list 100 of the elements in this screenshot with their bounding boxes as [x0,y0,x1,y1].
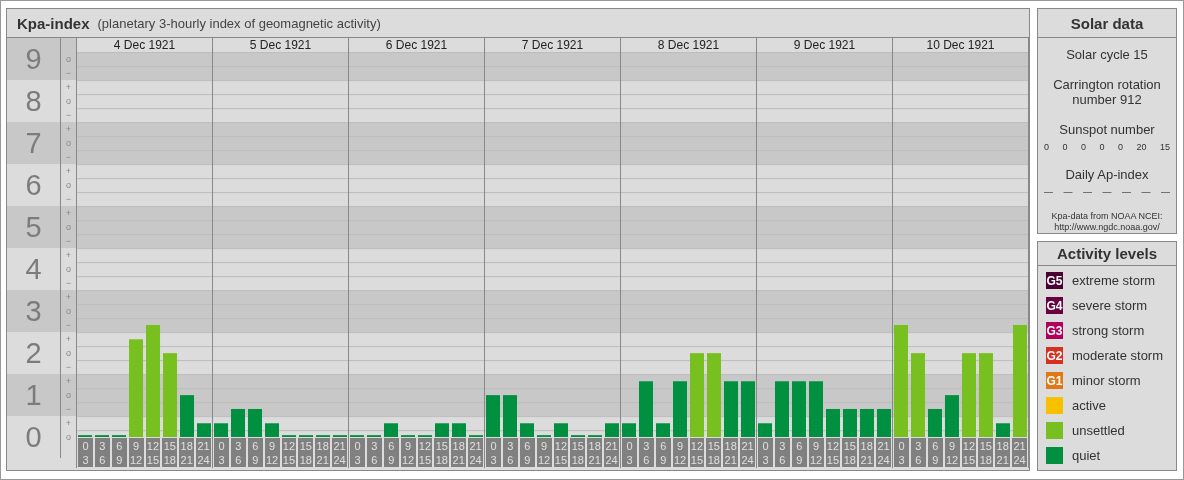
time-slot-label: 12 15 [689,438,705,468]
time-slot-label: 18 21 [587,438,603,468]
legend-label: moderate storm [1072,348,1164,363]
step-label: − [64,319,73,333]
time-slot-label: 21 24 [740,438,755,468]
legend-label: active [1072,398,1106,413]
time-slot-label: 0 3 [758,438,773,468]
step-label: + [64,291,73,305]
time-slot-label: 9 12 [808,438,824,468]
step-label: − [64,67,73,81]
step-label: − [64,151,73,165]
time-slot-label: 15 18 [434,438,450,468]
step-label: + [64,81,73,95]
time-slot-label: 6 9 [791,438,807,468]
ap-index-value: — [1083,187,1092,197]
step-label: o [65,95,72,109]
time-slot-label: 9 12 [536,438,552,468]
level-badge: G3 [1046,322,1063,339]
rotation-text: Carrington rotation number 912 [1052,77,1162,107]
sunspot-value: 0 [1080,142,1086,152]
step-label: o [65,347,72,361]
sunspot-value: 20 [1136,142,1147,152]
step-label: + [64,207,73,221]
time-slot-label: 6 9 [927,438,943,468]
time-slot-label: 6 9 [655,438,671,468]
time-slot-label: 6 9 [247,438,263,468]
step-label: − [64,193,73,207]
time-slot-label: 21 24 [1012,438,1027,468]
time-slot-label: 15 18 [162,438,178,468]
time-slot-label: 3 6 [910,438,926,468]
time-slot-label: 3 6 [774,438,790,468]
ap-index-value: — [1122,187,1131,197]
time-slot-label: 12 15 [553,438,569,468]
time-slot-label: 15 18 [706,438,722,468]
source-note: Kpa-data from NOAA NCEI: http://www.ngdc.noaa.gov/ [1050,211,1164,233]
time-slot-label: 21 24 [196,438,211,468]
time-slot-label: 0 3 [486,438,501,468]
time-slot-label: 9 12 [400,438,416,468]
ap-index-value: — [1044,187,1053,197]
time-slot-label: 6 9 [519,438,535,468]
time-slot-label: 0 3 [622,438,637,468]
time-slot-label: 15 18 [978,438,994,468]
time-slot-label: 15 18 [570,438,586,468]
time-slot-label: 0 3 [894,438,909,468]
time-slot-label: 21 24 [876,438,891,468]
legend-label: quiet [1072,448,1101,463]
time-slot-label: 3 6 [94,438,110,468]
step-label: o [65,431,72,445]
time-slot-label: 6 9 [383,438,399,468]
time-slot-label: 12 15 [961,438,977,468]
sunspot-value: 0 [1099,142,1105,152]
chart-subtitle: (planetary 3-hourly index of geomagnetic activity) [97,15,381,31]
time-slot-label: 9 12 [264,438,280,468]
level-badge: G2 [1046,347,1063,364]
step-label: + [64,249,73,263]
time-slot-label: 15 18 [842,438,858,468]
time-slot-label: 6 9 [111,438,127,468]
sunspot-heading: Sunspot number [1059,122,1155,137]
time-slot-label: 0 3 [78,438,93,468]
solar-cycle-text: Solar cycle 15 [1066,47,1148,62]
time-slot-label: 18 21 [723,438,739,468]
ap-index-value: — [1063,187,1073,197]
step-label: + [64,375,73,389]
time-slot-label: 3 6 [366,438,382,468]
time-slot-label: 18 21 [859,438,875,468]
time-slot-label: 18 21 [315,438,331,468]
sunspot-value: 0 [1062,142,1068,152]
legend-label: minor storm [1072,373,1141,388]
time-slot-label: 15 18 [298,438,314,468]
step-label: + [64,165,73,179]
sunspot-value: 0 [1044,142,1049,152]
level-badge: G1 [1046,372,1063,389]
legend-label: extreme storm [1072,273,1156,288]
time-slot-label: 9 12 [672,438,688,468]
time-slot-label: 21 24 [468,438,483,468]
time-slot-label: 18 21 [995,438,1011,468]
level-badge: G5 [1046,272,1063,289]
time-slot-label: 3 6 [502,438,518,468]
time-slot-label: 12 15 [145,438,161,468]
time-slot-label: 3 6 [638,438,654,468]
legend-label: strong storm [1072,323,1145,338]
panel-heading: Solar data [1038,9,1176,38]
time-slot-label: 21 24 [332,438,347,468]
time-slot-label: 0 3 [214,438,229,468]
time-slot-label: 9 12 [128,438,144,468]
time-slot-label: 3 6 [230,438,246,468]
time-slot-label: 9 12 [944,438,960,468]
time-slot-label: 12 15 [417,438,433,468]
time-slot-label: 12 15 [825,438,841,468]
step-label: − [64,277,73,291]
step-label: − [64,235,73,249]
step-label: − [64,403,73,417]
step-label: o [65,263,72,277]
step-label: + [64,123,73,137]
panel-heading: Activity levels [1038,242,1176,266]
ap-index-value: — [1161,187,1170,197]
time-slot-label: 18 21 [179,438,195,468]
scale-label: 0 [7,416,61,459]
legend-label: unsettled [1072,423,1125,438]
sunspot-value: 0 [1117,142,1123,152]
